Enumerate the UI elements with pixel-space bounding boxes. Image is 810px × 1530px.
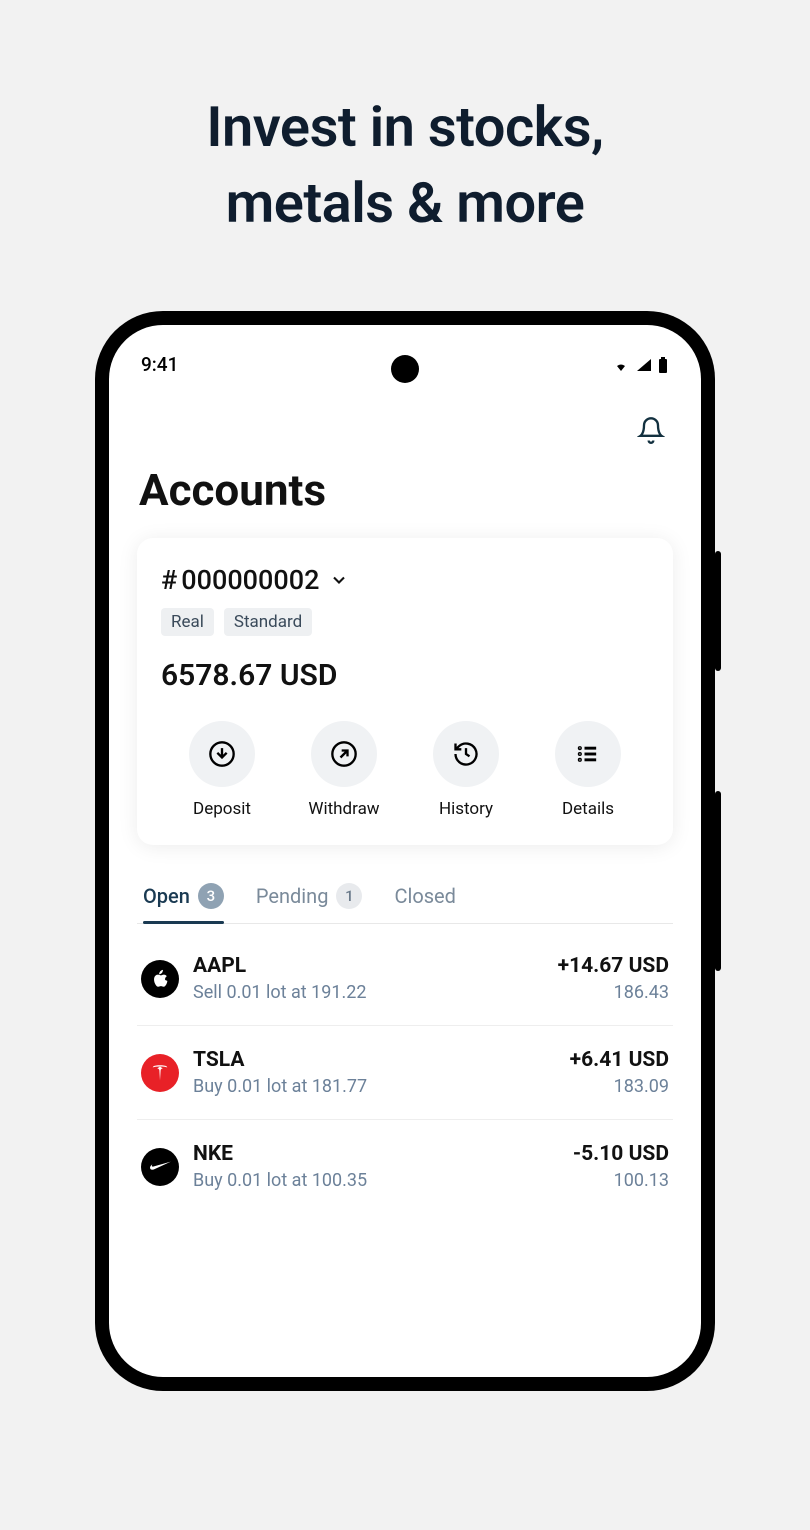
details-button[interactable]: Details xyxy=(527,721,649,819)
withdraw-button[interactable]: Withdraw xyxy=(283,721,405,819)
apple-logo-icon xyxy=(141,960,179,998)
position-profit: -5.10 USD xyxy=(573,1142,669,1166)
account-card: # 000000002 Real Standard 6578.67 USD De… xyxy=(137,538,673,845)
position-price: 183.09 xyxy=(570,1076,669,1097)
positions-list: AAPL Sell 0.01 lot at 191.22 +14.67 USD … xyxy=(137,932,673,1213)
position-detail: Buy 0.01 lot at 181.77 xyxy=(193,1076,556,1097)
position-price: 186.43 xyxy=(558,982,669,1003)
position-symbol: TSLA xyxy=(193,1048,556,1072)
wifi-icon xyxy=(611,357,631,373)
deposit-icon xyxy=(208,740,236,768)
withdraw-icon xyxy=(330,740,358,768)
position-price: 100.13 xyxy=(573,1170,669,1191)
nike-logo-icon xyxy=(141,1148,179,1186)
account-tag-standard: Standard xyxy=(224,608,312,636)
notifications-icon[interactable] xyxy=(637,416,665,444)
positions-tabs: Open 3 Pending 1 Closed xyxy=(137,883,673,924)
page-title: Accounts xyxy=(137,464,673,516)
tab-pending-badge: 1 xyxy=(336,883,362,909)
promo-headline: Invest in stocks, metals & more xyxy=(0,90,810,241)
position-detail: Sell 0.01 lot at 191.22 xyxy=(193,982,544,1003)
tab-open-badge: 3 xyxy=(198,883,224,909)
deposit-button[interactable]: Deposit xyxy=(161,721,283,819)
account-id: 000000002 xyxy=(181,564,319,596)
tab-open[interactable]: Open 3 xyxy=(143,883,224,923)
battery-icon xyxy=(657,356,669,374)
position-profit: +14.67 USD xyxy=(558,954,669,978)
phone-mockup: 9:41 Accounts # 000000002 xyxy=(95,311,715,1391)
account-id-prefix: # xyxy=(161,564,177,596)
history-button[interactable]: History xyxy=(405,721,527,819)
tab-pending[interactable]: Pending 1 xyxy=(256,883,363,923)
position-symbol: NKE xyxy=(193,1142,559,1166)
signal-icon xyxy=(635,357,653,373)
position-symbol: AAPL xyxy=(193,954,544,978)
position-detail: Buy 0.01 lot at 100.35 xyxy=(193,1170,559,1191)
account-selector[interactable]: # 000000002 xyxy=(161,564,649,596)
account-tag-real: Real xyxy=(161,608,214,636)
position-row[interactable]: AAPL Sell 0.01 lot at 191.22 +14.67 USD … xyxy=(137,932,673,1026)
details-icon xyxy=(574,740,602,768)
history-icon xyxy=(452,740,480,768)
status-time: 9:41 xyxy=(141,353,178,376)
position-row[interactable]: NKE Buy 0.01 lot at 100.35 -5.10 USD 100… xyxy=(137,1120,673,1213)
position-profit: +6.41 USD xyxy=(570,1048,669,1072)
position-row[interactable]: TSLA Buy 0.01 lot at 181.77 +6.41 USD 18… xyxy=(137,1026,673,1120)
tesla-logo-icon xyxy=(141,1054,179,1092)
chevron-down-icon xyxy=(329,570,349,590)
tab-closed[interactable]: Closed xyxy=(394,883,456,923)
account-balance: 6578.67 USD xyxy=(161,658,649,693)
